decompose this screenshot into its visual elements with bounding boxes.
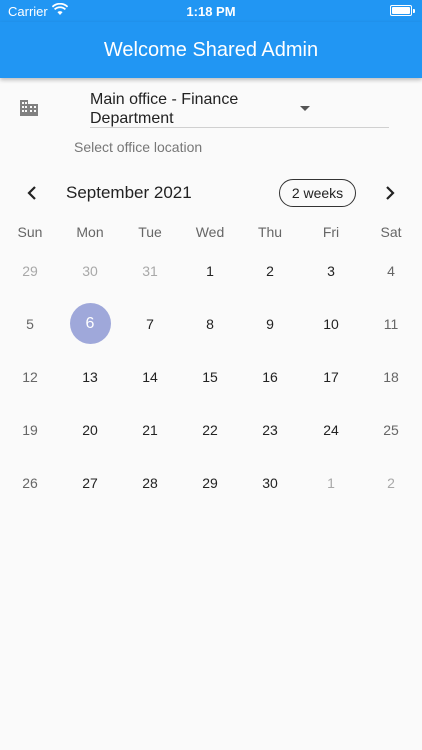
calendar-day-number: 30 — [262, 474, 278, 491]
office-location-section: Main office - Finance Department Select … — [0, 84, 422, 164]
calendar-day-number: 9 — [266, 315, 274, 332]
calendar-day-number: 27 — [82, 474, 98, 491]
calendar-day-number: 24 — [323, 421, 339, 438]
calendar-day[interactable]: 13 — [60, 350, 120, 403]
calendar-grid: 29 30 31 1 2 3 4 5 6 7 8 9 10 11 12 13 14 15 16 17 18 19 20 21 2… — [0, 244, 422, 509]
weekday-label: Thu — [257, 224, 283, 240]
calendar-day[interactable]: 20 — [60, 403, 120, 456]
weekday-header-row: Sun Mon Tue Wed Thu Fri Sat — [0, 224, 422, 244]
weekday-label: Fri — [322, 224, 340, 240]
weekday-label: Tue — [138, 224, 162, 240]
calendar-day-number: 12 — [22, 368, 38, 385]
calendar-day-number: 29 — [22, 262, 38, 279]
calendar-day[interactable]: 5 — [0, 297, 60, 350]
calendar-day[interactable]: 18 — [361, 350, 421, 403]
calendar-day[interactable]: 12 — [0, 350, 60, 403]
calendar-day-number: 11 — [383, 315, 399, 332]
calendar-day-number: 29 — [202, 474, 218, 491]
calendar-day-number: 30 — [82, 262, 98, 279]
calendar-day-number: 19 — [22, 421, 38, 438]
calendar-day-number: 3 — [327, 262, 335, 279]
calendar-day-number: 5 — [26, 315, 34, 332]
office-location-dropdown[interactable]: Main office - Finance Department — [90, 90, 389, 128]
calendar-day[interactable]: 15 — [180, 350, 240, 403]
office-location-helper: Select office location — [74, 139, 203, 155]
status-time: 1:18 PM — [186, 4, 236, 19]
calendar-day[interactable]: 22 — [180, 403, 240, 456]
calendar-day[interactable]: 11 — [361, 297, 421, 350]
calendar-day-number: 14 — [142, 368, 158, 385]
chevron-left-icon[interactable] — [24, 184, 42, 202]
calendar-day-number: 22 — [202, 421, 218, 438]
calendar-day-number: 16 — [262, 368, 278, 385]
calendar-day[interactable]: 7 — [120, 297, 180, 350]
calendar-day-number: 2 — [266, 262, 274, 279]
calendar-day-number: 26 — [22, 474, 38, 491]
app-bar-title: Welcome Shared Admin — [103, 38, 319, 61]
calendar-day[interactable]: 2 — [361, 456, 421, 509]
calendar-day[interactable]: 1 — [301, 456, 361, 509]
calendar-day[interactable]: 30 — [60, 244, 120, 297]
calendar-day[interactable]: 1 — [180, 244, 240, 297]
weekday-label: Sat — [380, 224, 402, 240]
calendar-day-number: 6 — [69, 303, 111, 344]
calendar-format-button[interactable]: 2 weeks — [279, 179, 356, 207]
battery-icon — [390, 5, 415, 16]
office-location-value: Main office - Finance Department — [90, 91, 239, 127]
calendar-day-number: 23 — [262, 421, 278, 438]
calendar-day[interactable]: 10 — [301, 297, 361, 350]
calendar-day[interactable]: 17 — [301, 350, 361, 403]
calendar-day-number: 13 — [82, 368, 98, 385]
calendar-day[interactable]: 4 — [361, 244, 421, 297]
calendar-day-number: 28 — [142, 474, 158, 491]
weekday-label: Wed — [195, 224, 225, 240]
status-bar: Carrier 1:18 PM — [0, 0, 422, 22]
calendar-header: September 2021 2 weeks — [0, 170, 422, 216]
calendar-day[interactable]: 23 — [240, 403, 300, 456]
calendar-day[interactable]: 27 — [60, 456, 120, 509]
calendar-day[interactable]: 25 — [361, 403, 421, 456]
weekday-label: Sun — [17, 224, 43, 240]
calendar-day[interactable]: 31 — [120, 244, 180, 297]
calendar-day-number: 7 — [146, 315, 154, 332]
calendar-day[interactable]: 21 — [120, 403, 180, 456]
calendar-day-selected[interactable]: 6 — [60, 297, 120, 350]
calendar-day-number: 20 — [82, 421, 98, 438]
calendar-day[interactable]: 8 — [180, 297, 240, 350]
calendar-day[interactable]: 30 — [240, 456, 300, 509]
calendar-day-number: 2 — [387, 474, 395, 491]
calendar-day-number: 25 — [383, 421, 399, 438]
calendar-day-number: 21 — [142, 421, 158, 438]
calendar-day[interactable]: 29 — [180, 456, 240, 509]
dropdown-arrow-icon — [300, 106, 310, 111]
building-icon — [18, 96, 40, 118]
calendar-day[interactable]: 19 — [0, 403, 60, 456]
calendar-day-number: 4 — [387, 262, 395, 279]
calendar-month-label: September 2021 — [66, 183, 192, 202]
calendar-day[interactable]: 29 — [0, 244, 60, 297]
calendar-day[interactable]: 9 — [240, 297, 300, 350]
calendar-day-number: 8 — [206, 315, 214, 332]
calendar-day-number: 31 — [142, 262, 158, 279]
app-bar: Welcome Shared Admin — [0, 22, 422, 78]
weekday-label: Mon — [76, 224, 104, 240]
calendar-day[interactable]: 28 — [120, 456, 180, 509]
calendar-day-number: 15 — [202, 368, 218, 385]
calendar-day[interactable]: 24 — [301, 403, 361, 456]
calendar-day-number: 1 — [327, 474, 335, 491]
chevron-right-icon[interactable] — [380, 184, 398, 202]
calendar-day-number: 17 — [323, 368, 339, 385]
calendar-day[interactable]: 3 — [301, 244, 361, 297]
calendar-day-number: 1 — [206, 262, 214, 279]
calendar-day[interactable]: 2 — [240, 244, 300, 297]
calendar-day[interactable]: 26 — [0, 456, 60, 509]
calendar-day[interactable]: 16 — [240, 350, 300, 403]
calendar-day[interactable]: 14 — [120, 350, 180, 403]
calendar-day-number: 10 — [323, 315, 339, 332]
calendar-day-number: 18 — [383, 368, 399, 385]
